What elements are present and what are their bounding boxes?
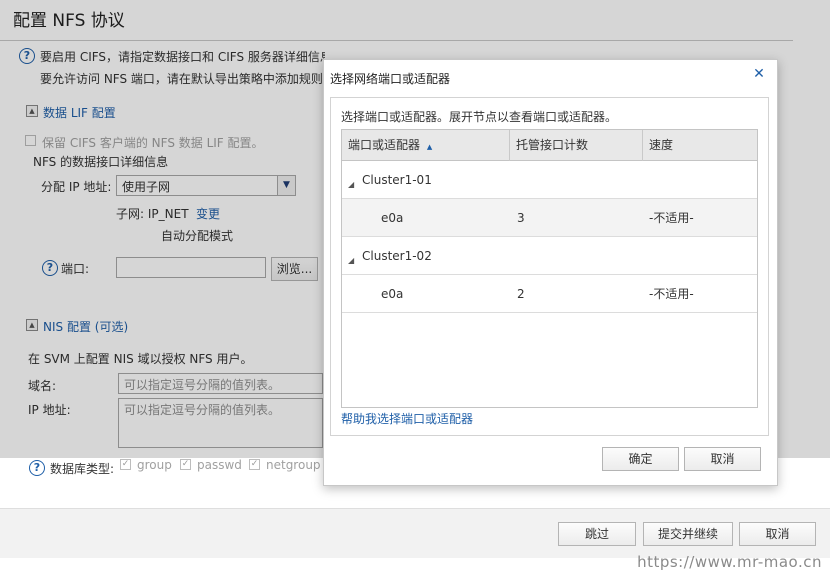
- submit-continue-button[interactable]: 提交并继续: [643, 522, 733, 546]
- port-name: e0a: [381, 287, 404, 301]
- db-type-group: group: [137, 458, 172, 472]
- checkmark-icon[interactable]: ✓: [120, 459, 131, 470]
- grid-header: 端口或适配器 ▲ 托管接口计数 速度: [342, 130, 757, 161]
- tree-expanded-icon[interactable]: ◢: [348, 180, 354, 189]
- db-type-netgroup: netgroup: [266, 458, 321, 472]
- cancel-button[interactable]: 取消: [739, 522, 816, 546]
- tree-node-row[interactable]: ◢ Cluster1-02: [342, 237, 757, 275]
- port-grid: 端口或适配器 ▲ 托管接口计数 速度 ◢ Cluster1-01 e0a 3 -…: [341, 129, 758, 408]
- column-header-count[interactable]: 托管接口计数: [510, 130, 643, 161]
- port-name: e0a: [381, 211, 404, 225]
- select-port-dialog: 选择网络端口或适配器 ✕ 选择端口或适配器。展开节点以查看端口或适配器。 端口或…: [323, 59, 778, 486]
- port-count: 3: [517, 211, 525, 225]
- close-icon[interactable]: ✕: [752, 66, 766, 82]
- node-name: Cluster1-01: [362, 173, 432, 187]
- question-circle-icon[interactable]: ?: [29, 460, 45, 476]
- port-row[interactable]: e0a 2 -不适用-: [342, 275, 757, 313]
- checkmark-icon[interactable]: ✓: [180, 459, 191, 470]
- column-header-count-label: 托管接口计数: [516, 138, 589, 152]
- wizard-footer: 跳过 提交并继续 取消: [0, 508, 830, 558]
- skip-button[interactable]: 跳过: [558, 522, 636, 546]
- sort-ascending-icon: ▲: [426, 143, 433, 151]
- port-speed: -不适用-: [649, 287, 694, 301]
- db-type-passwd: passwd: [197, 458, 242, 472]
- watermark: https://www.mr-mao.cn: [637, 553, 822, 571]
- dialog-content-panel: 选择端口或适配器。展开节点以查看端口或适配器。 端口或适配器 ▲ 托管接口计数 …: [330, 97, 769, 436]
- tree-expanded-icon[interactable]: ◢: [348, 256, 354, 265]
- tree-node-row[interactable]: ◢ Cluster1-01: [342, 161, 757, 199]
- dialog-footer: 确定 取消: [324, 436, 777, 485]
- port-speed: -不适用-: [649, 211, 694, 225]
- port-row[interactable]: e0a 3 -不适用-: [342, 199, 757, 237]
- dialog-instruction: 选择端口或适配器。展开节点以查看端口或适配器。: [341, 110, 618, 124]
- help-choose-port-link[interactable]: 帮助我选择端口或适配器: [341, 410, 473, 427]
- port-count: 2: [517, 287, 525, 301]
- column-header-speed[interactable]: 速度: [643, 130, 757, 161]
- dialog-title: 选择网络端口或适配器: [330, 72, 451, 86]
- node-name: Cluster1-02: [362, 249, 432, 263]
- dialog-cancel-button[interactable]: 取消: [684, 447, 761, 471]
- checkmark-icon[interactable]: ✓: [249, 459, 260, 470]
- column-header-speed-label: 速度: [649, 138, 674, 152]
- db-type-label: 数据库类型:: [50, 462, 115, 476]
- ok-button[interactable]: 确定: [602, 447, 679, 471]
- column-header-port[interactable]: 端口或适配器 ▲: [342, 130, 510, 161]
- column-header-port-label: 端口或适配器: [348, 138, 421, 152]
